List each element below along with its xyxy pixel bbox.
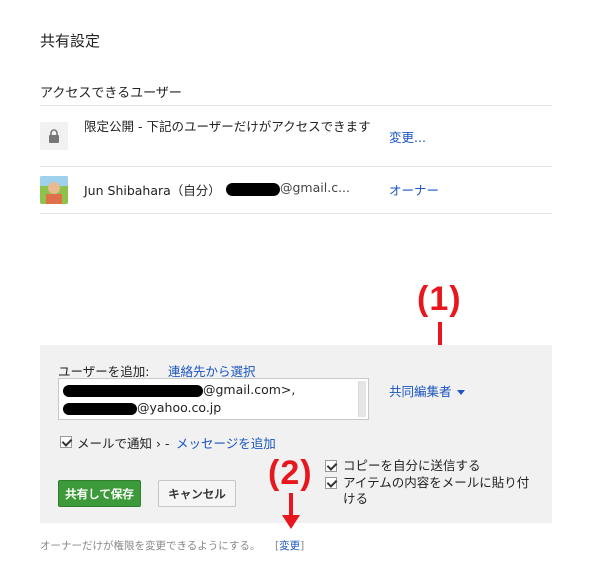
add-users-input[interactable]: @gmail.com>, @yahoo.co.jp (58, 378, 369, 420)
permission-dropdown[interactable]: 共同編集者 (389, 381, 465, 400)
entry-line-1: @gmail.com>, (203, 382, 296, 397)
redacted-text (63, 403, 137, 415)
include-content-checkbox[interactable] (325, 477, 337, 489)
bracket-close: ] (300, 540, 305, 552)
dialog-title: 共有設定 (40, 32, 101, 50)
entry-line-2: @yahoo.co.jp (137, 400, 222, 415)
share-save-button[interactable]: 共有して保存 (58, 480, 141, 507)
change-visibility-link[interactable]: 変更... (389, 127, 426, 146)
notify-label: メールで通知 › - (77, 436, 170, 451)
owner-setting-change-link[interactable]: 変更 (279, 540, 300, 552)
redacted-text (63, 385, 203, 397)
annotation-arrow-2-head (282, 515, 300, 529)
owner-role-label: オーナー (389, 183, 440, 198)
redacted-text (226, 183, 280, 196)
cancel-button[interactable]: キャンセル (158, 480, 236, 507)
owner-name: Jun Shibahara（自分） (84, 183, 221, 198)
annotation-label-1: (1) (417, 280, 462, 318)
textarea-scrollbar[interactable] (358, 381, 366, 417)
avatar (40, 176, 68, 204)
add-message-link[interactable]: メッセージを追加 (176, 433, 276, 452)
divider (40, 166, 552, 167)
owner-email: @gmail.c... (280, 180, 350, 195)
annotation-label-2: (2) (268, 454, 313, 492)
copy-to-self-checkbox[interactable] (325, 460, 337, 472)
include-content-label: アイテムの内容をメールに貼り付ける (343, 475, 530, 506)
divider (40, 213, 552, 214)
copy-to-self-label: コピーを自分に送信する (343, 458, 481, 473)
caret-down-icon (456, 390, 465, 395)
owner-only-text: オーナーだけが権限を変更できるようにする。 (40, 540, 261, 552)
divider (40, 105, 552, 106)
annotation-arrow-2 (289, 493, 293, 517)
permission-dropdown-label: 共同編集者 (389, 384, 452, 399)
visibility-description: 限定公開 - 下記のユーザーだけがアクセスできます (84, 119, 371, 134)
lock-icon (40, 122, 68, 150)
footer-change: [変更] (275, 538, 304, 553)
notify-checkbox[interactable] (60, 436, 72, 448)
access-section-label: アクセスできるユーザー (40, 86, 182, 101)
